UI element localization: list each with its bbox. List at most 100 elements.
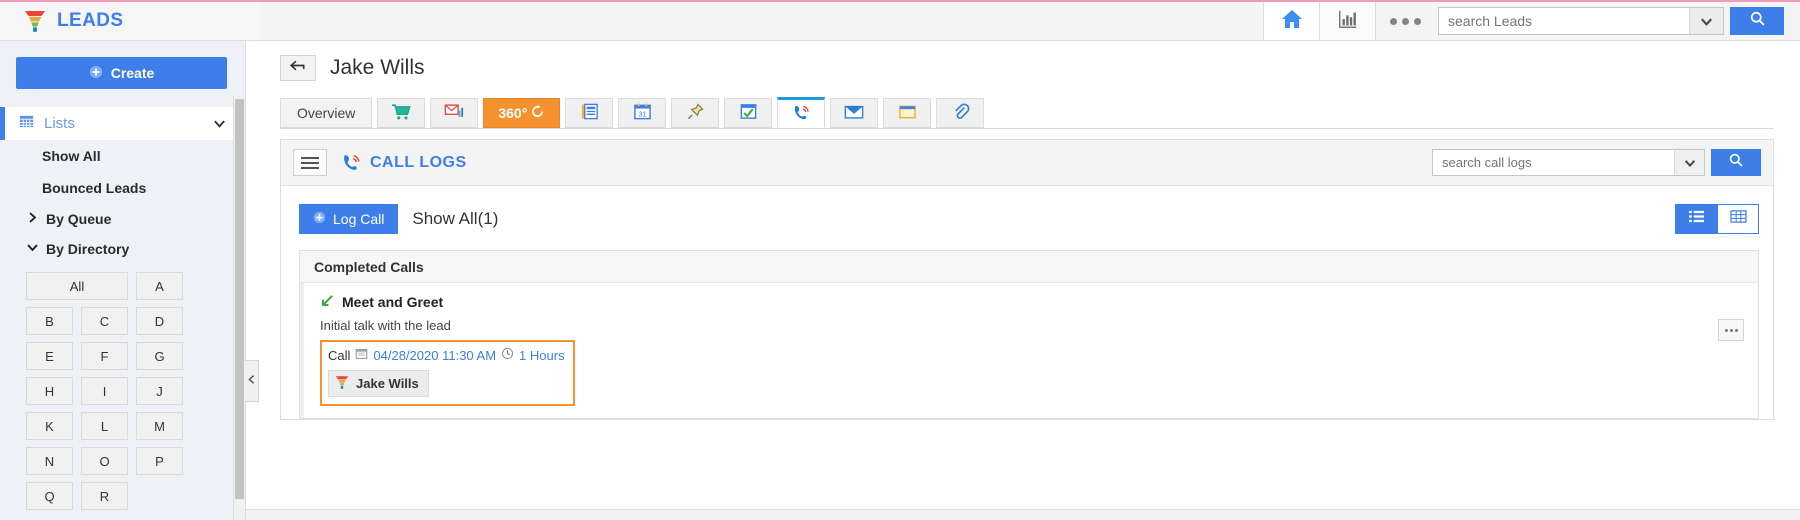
log-call-button[interactable]: Log Call — [299, 204, 399, 234]
global-search-box[interactable] — [1438, 7, 1724, 35]
home-button[interactable] — [1264, 2, 1320, 40]
home-icon — [1280, 7, 1304, 36]
alpha-filter-r[interactable]: R — [81, 482, 128, 510]
grid-view-button[interactable] — [1717, 204, 1759, 234]
call-logs-panel: CALL LOGS search call logs Log Call Show… — [280, 139, 1774, 420]
chevron-down-icon[interactable] — [1674, 150, 1704, 175]
back-button[interactable] — [280, 55, 316, 81]
tab-call-logs[interactable] — [777, 97, 826, 128]
sidebar-item-bounced-leads[interactable]: Bounced Leads — [0, 172, 245, 204]
tab-notepad[interactable] — [883, 98, 932, 128]
tabs-divider — [280, 128, 1774, 129]
incoming-call-arrow-icon — [320, 293, 335, 311]
sidebar-scrollbar-thumb[interactable] — [235, 99, 244, 499]
app-logo[interactable]: LEADS — [0, 2, 260, 40]
top-bar: LEADS — [0, 0, 1800, 41]
call-detail-highlight: Call 04/28/2020 11:30 AM 1 Hours Jake Wi… — [320, 340, 575, 406]
call-description: Initial talk with the lead — [320, 318, 451, 333]
search-input[interactable] — [1439, 8, 1689, 34]
tab-360-view[interactable]: 360° — [483, 98, 561, 128]
three-dots-icon — [1401, 17, 1409, 25]
call-logs-search-input[interactable] — [1433, 150, 1674, 175]
pin-icon — [686, 102, 705, 124]
call-logs-search-button[interactable] — [1711, 149, 1761, 176]
three-dots-icon — [1729, 328, 1733, 332]
call-log-row[interactable]: Meet and Greet Initial talk with the lea… — [300, 283, 1758, 418]
panel-search-box[interactable] — [1432, 149, 1705, 176]
grid-icon — [19, 114, 34, 134]
call-title-row: Meet and Greet — [320, 293, 575, 311]
call-row-menu-button[interactable] — [1718, 319, 1744, 341]
alpha-filter-o[interactable]: O — [81, 447, 128, 475]
list-view-icon — [1688, 209, 1705, 229]
reports-button[interactable] — [1320, 2, 1376, 40]
list-view-button[interactable] — [1675, 204, 1717, 234]
tab-overview[interactable]: Overview — [280, 98, 373, 128]
back-arrow-icon — [289, 58, 308, 78]
sidebar-group-by-queue[interactable]: By Queue — [0, 204, 245, 234]
alpha-filter-m[interactable]: M — [136, 412, 183, 440]
directory-alphabet-grid: All A B C D E F G H I J K L M N O P Q R — [0, 264, 245, 510]
notepad-icon — [898, 103, 917, 124]
call-contact-chip[interactable]: Jake Wills — [328, 370, 429, 397]
calendar-icon — [355, 347, 368, 363]
panel-menu-button[interactable] — [293, 149, 327, 176]
alpha-filter-g[interactable]: G — [136, 342, 183, 370]
more-menu-button[interactable] — [1376, 2, 1434, 40]
main-content: Jake Wills Overview 360° 31 CALL LOGS se… — [245, 41, 1800, 520]
alpha-filter-d[interactable]: D — [136, 307, 183, 335]
alpha-filter-p[interactable]: P — [136, 447, 183, 475]
tab-campaigns[interactable] — [430, 98, 479, 128]
tab-attachments[interactable] — [936, 98, 985, 128]
tab-pinned[interactable] — [671, 98, 720, 128]
call-duration-link[interactable]: 1 Hours — [519, 348, 565, 363]
alpha-filter-j[interactable]: J — [136, 377, 183, 405]
call-contact-name: Jake Wills — [356, 376, 419, 391]
alpha-filter-a[interactable]: A — [136, 272, 183, 300]
log-call-label: Log Call — [333, 211, 385, 227]
alpha-filter-e[interactable]: E — [26, 342, 73, 370]
tab-tasks[interactable] — [724, 98, 773, 128]
top-bar-right-pad — [1784, 2, 1800, 40]
alpha-filter-b[interactable]: B — [26, 307, 73, 335]
horizontal-scrollbar[interactable] — [246, 509, 1800, 520]
sidebar-item-lists[interactable]: Lists — [0, 107, 245, 140]
alpha-filter-l[interactable]: L — [81, 412, 128, 440]
tab-calendar[interactable]: 31 — [618, 98, 667, 128]
page-header: Jake Wills — [246, 41, 1800, 81]
bar-chart-icon — [1337, 8, 1359, 35]
sidebar-item-label: Lists — [44, 115, 75, 132]
alpha-filter-k[interactable]: K — [26, 412, 73, 440]
grid-view-icon — [1729, 209, 1747, 229]
envelope-icon — [844, 103, 864, 124]
sidebar-item-show-all[interactable]: Show All — [0, 140, 245, 172]
chevron-down-icon — [26, 241, 39, 257]
three-dots-icon — [1734, 328, 1738, 332]
chevron-down-icon[interactable] — [212, 116, 227, 136]
chevron-down-icon[interactable] — [1689, 8, 1723, 34]
tab-notes[interactable] — [565, 98, 614, 128]
show-all-count[interactable]: Show All(1) — [412, 209, 498, 229]
task-check-icon — [739, 102, 758, 124]
alpha-filter-n[interactable]: N — [26, 447, 73, 475]
svg-text:31: 31 — [638, 110, 646, 118]
app-body: Create Lists Show All Bounced Leads By Q… — [0, 41, 1800, 520]
alpha-filter-f[interactable]: F — [81, 342, 128, 370]
alpha-filter-h[interactable]: H — [26, 377, 73, 405]
create-button[interactable]: Create — [16, 57, 227, 89]
tab-deals[interactable] — [377, 98, 426, 128]
alpha-filter-i[interactable]: I — [81, 377, 128, 405]
funnel-icon — [22, 8, 48, 34]
call-datetime-link[interactable]: 04/28/2020 11:30 AM — [373, 348, 496, 363]
sidebar-collapse-button[interactable] — [245, 360, 259, 402]
view-toggle — [1675, 204, 1759, 234]
alpha-filter-c[interactable]: C — [81, 307, 128, 335]
three-dots-icon — [1413, 17, 1421, 25]
attachment-icon — [951, 102, 970, 124]
sidebar-group-by-directory[interactable]: By Directory — [0, 234, 245, 264]
alpha-filter-q[interactable]: Q — [26, 482, 73, 510]
tab-emails[interactable] — [830, 98, 879, 128]
chevron-right-icon — [26, 211, 39, 227]
alpha-filter-all[interactable]: All — [26, 272, 128, 300]
search-button[interactable] — [1730, 7, 1784, 35]
